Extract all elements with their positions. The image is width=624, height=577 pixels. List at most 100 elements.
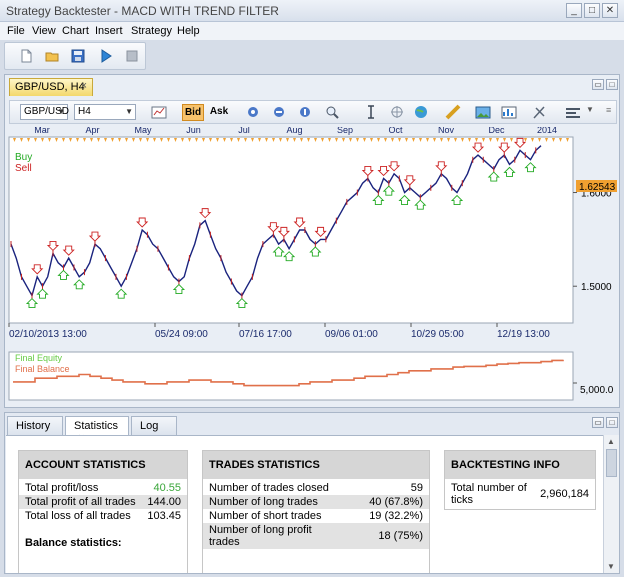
date-axis: 02/10/2013 13:00 05/24 09:00 07/16 17:00 09… <box>8 323 550 340</box>
play-icon[interactable] <box>99 49 113 63</box>
title-bar: Strategy Backtester - MACD WITH TREND FI… <box>0 0 624 22</box>
chart-restore-button[interactable]: ▭ <box>592 79 604 90</box>
indicator-icon[interactable] <box>242 104 264 121</box>
globe-icon[interactable] <box>410 104 432 121</box>
scroll-up-icon[interactable]: ▲ <box>607 437 615 446</box>
symbol-select[interactable]: GBP/USD ▼ <box>20 104 69 120</box>
month-tick-label: May <box>134 127 152 135</box>
chevron-down-icon[interactable]: ▼ <box>586 105 594 114</box>
close-button[interactable]: ✕ <box>602 3 618 18</box>
panel-maximize-button[interactable]: □ <box>606 417 618 428</box>
menu-insert[interactable]: Insert <box>95 25 123 37</box>
legend-buy: Buy <box>15 152 32 163</box>
table-row: Total profit of all trades 144.00 <box>19 495 187 509</box>
date-tick-label: 12/19 13:00 <box>497 329 550 340</box>
zoom-icon[interactable] <box>322 104 344 121</box>
date-tick-label: 02/10/2013 13:00 <box>9 329 87 340</box>
equity-tick-label: 5,000.0 <box>580 385 614 396</box>
row-value: 144.00 <box>147 496 181 508</box>
month-tick-label: Jun <box>186 127 201 135</box>
menu-bar: File View Chart Insert Strategy Help <box>0 22 624 40</box>
menu-chart[interactable]: Chart <box>62 25 89 37</box>
row-value: 40 (67.8%) <box>369 496 423 508</box>
chart-tab-close-icon[interactable]: × <box>81 80 87 92</box>
window-title: Strategy Backtester - MACD WITH TREND FI… <box>6 4 279 18</box>
tab-history-label: History <box>16 420 51 432</box>
table-row: Number of short trades 19 (32.2%) <box>203 509 429 523</box>
chart-maximize-button[interactable]: □ <box>606 79 618 90</box>
month-tick-label: Jul <box>238 127 250 135</box>
table-row: Total profit/loss 40.55 <box>19 481 187 495</box>
chevron-down-icon: ▼ <box>125 107 133 116</box>
row-value: 103.45 <box>147 510 181 522</box>
row-value: 2,960,184 <box>540 488 589 500</box>
vertical-scrollbar[interactable]: ▲ ▼ <box>603 435 619 573</box>
table-row: Total number of ticks 2,960,184 <box>445 481 595 509</box>
row-value: 59 <box>410 482 423 494</box>
minimize-button[interactable]: _ <box>566 3 582 18</box>
balance-statistics-label: Balance statistics: <box>25 537 122 549</box>
save-icon[interactable] <box>71 49 85 63</box>
menu-file[interactable]: File <box>7 25 25 37</box>
legend-sell: Sell <box>15 163 32 174</box>
date-tick-label: 05/24 09:00 <box>155 329 208 340</box>
ask-button[interactable]: Ask <box>208 104 230 121</box>
table-row: Number of long trades 40 (67.8%) <box>203 495 429 509</box>
menu-help[interactable]: Help <box>177 25 200 37</box>
legend-final-equity: Final Equity <box>15 353 63 363</box>
row-label: Total loss of all trades <box>25 510 131 522</box>
bid-button[interactable]: Bid <box>182 104 204 121</box>
price-axis: 1.60001.5000 <box>573 189 612 293</box>
cursor-icon[interactable] <box>360 104 382 121</box>
menu-view[interactable]: View <box>32 25 56 37</box>
chart-tab-label: GBP/USD, H4 <box>15 81 85 93</box>
menu-strategy[interactable]: Strategy <box>131 25 172 37</box>
row-label: Total number of ticks <box>451 482 527 506</box>
date-tick-label: 10/29 05:00 <box>411 329 464 340</box>
main-toolbar <box>4 42 146 70</box>
tab-statistics[interactable]: Statistics × <box>65 416 129 444</box>
legend-final-balance: Final Balance <box>15 364 70 374</box>
stop-icon[interactable] <box>125 49 139 63</box>
scrollbar-thumb[interactable] <box>606 449 617 477</box>
backtesting-info-box: BACKTESTING INFO Total number of ticks 2,… <box>444 450 596 510</box>
tab-statistics-label: Statistics <box>74 420 119 432</box>
row-label: Number of short trades <box>209 510 322 522</box>
tab-log[interactable]: Log <box>131 416 177 435</box>
row-label: Total profit of all trades <box>25 496 136 508</box>
ruler-icon[interactable] <box>442 104 464 121</box>
chart-icon[interactable] <box>498 104 520 121</box>
tab-history[interactable]: History <box>7 416 63 435</box>
drawing-tools-icon[interactable] <box>528 104 550 121</box>
statistics-content: ACCOUNT STATISTICS Total profit/loss 40.5… <box>6 435 604 573</box>
row-label: Number of long trades <box>209 496 318 508</box>
row-value: 19 (32.2%) <box>369 510 423 522</box>
account-statistics-box: ACCOUNT STATISTICS Total profit/loss 40.5… <box>18 450 188 573</box>
backtesting-info-header: BACKTESTING INFO <box>445 451 595 479</box>
bottom-panel: History Statistics × Log ▭ □ ACCOUNT STA… <box>4 412 620 574</box>
chart-tab[interactable]: GBP/USD, H4 × <box>9 78 93 96</box>
maximize-button[interactable]: □ <box>584 3 600 18</box>
more-icon[interactable]: ≡ <box>606 105 611 115</box>
scroll-down-icon[interactable]: ▼ <box>607 562 615 571</box>
new-file-icon[interactable] <box>19 49 33 63</box>
screenshot-icon[interactable] <box>472 104 494 121</box>
row-value: 40.55 <box>153 482 181 494</box>
timeframe-select[interactable]: H4 ▼ <box>74 104 136 120</box>
chart-type-icon[interactable] <box>148 104 170 121</box>
open-folder-icon[interactable] <box>45 49 59 63</box>
account-statistics-header: ACCOUNT STATISTICS <box>19 451 187 479</box>
indicator-3-icon[interactable] <box>294 104 316 121</box>
tab-log-label: Log <box>140 420 159 432</box>
row-label: Number of trades closed <box>209 482 329 494</box>
settings-icon[interactable] <box>562 104 584 121</box>
crosshair-icon[interactable] <box>386 104 408 121</box>
month-tick-label: Aug <box>286 127 302 135</box>
panel-restore-button[interactable]: ▭ <box>592 417 604 428</box>
price-chart[interactable]: Mar Apr May Jun Jul Aug Sep Oct Nov Dec 2014 Buy S… <box>5 127 619 407</box>
row-label: Total profit/loss <box>25 482 99 494</box>
month-tick-label: 2014 <box>537 127 557 135</box>
chevron-down-icon: ▼ <box>57 107 65 116</box>
indicator-2-icon[interactable] <box>268 104 290 121</box>
last-price-label: 1.62543 <box>579 182 616 193</box>
